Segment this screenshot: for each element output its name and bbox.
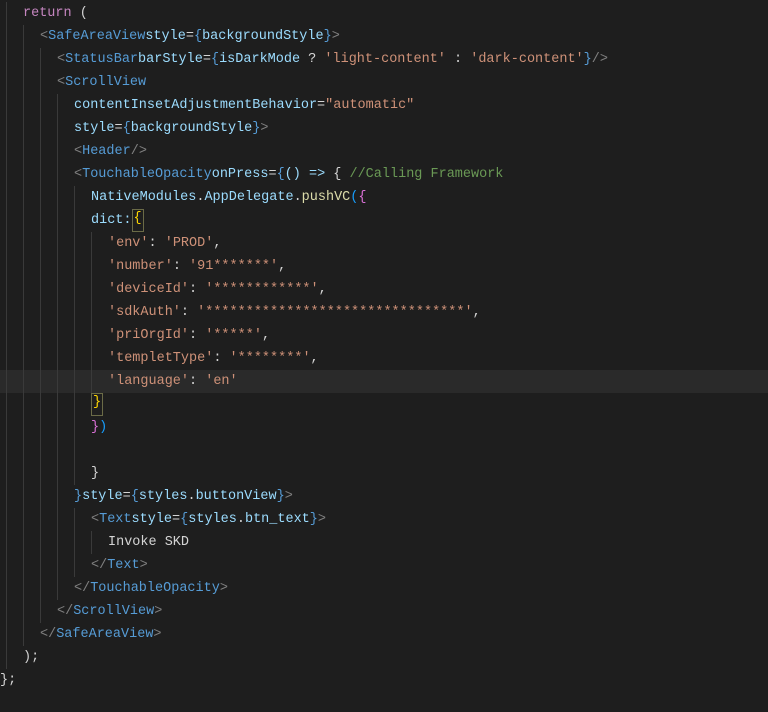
code-line: );: [0, 646, 768, 669]
code-line: }: [0, 393, 768, 416]
code-editor[interactable]: return ( <SafeAreaView style={background…: [0, 2, 768, 692]
code-line-highlighted: 'language': 'en': [0, 370, 768, 393]
code-line: contentInsetAdjustmentBehavior="automati…: [0, 94, 768, 117]
code-line: </SafeAreaView>: [0, 623, 768, 646]
jsx-tag: SafeAreaView: [48, 25, 145, 48]
code-line: <Text style={styles.btn_text}>: [0, 508, 768, 531]
code-line: }: [0, 462, 768, 485]
code-line: </TouchableOpacity>: [0, 577, 768, 600]
code-line: <SafeAreaView style={backgroundStyle}>: [0, 25, 768, 48]
code-line: 'env': 'PROD',: [0, 232, 768, 255]
code-line: <StatusBar barStyle={isDarkMode ? 'light…: [0, 48, 768, 71]
code-line: <ScrollView: [0, 71, 768, 94]
bracket-match-icon: {: [132, 209, 144, 232]
code-line: NativeModules.AppDelegate.pushVC({: [0, 186, 768, 209]
code-line: 'number': '91*******',: [0, 255, 768, 278]
code-line: Invoke SKD: [0, 531, 768, 554]
jsx-text: Invoke SKD: [108, 531, 189, 554]
code-line: <Header />: [0, 140, 768, 163]
code-line: </Text>: [0, 554, 768, 577]
code-line: </ScrollView>: [0, 600, 768, 623]
bracket-match-icon: }: [91, 393, 103, 416]
function-call: pushVC: [302, 186, 351, 209]
jsx-tag: Header: [82, 140, 131, 163]
code-line: } style={styles.buttonView}>: [0, 485, 768, 508]
code-line: 'deviceId': '************',: [0, 278, 768, 301]
jsx-tag: Text: [99, 508, 131, 531]
code-line: 'priOrgId': '*****',: [0, 324, 768, 347]
jsx-tag: ScrollView: [65, 71, 146, 94]
comment: //Calling Framework: [349, 163, 503, 186]
code-line: 'templetType': '********',: [0, 347, 768, 370]
code-line: <TouchableOpacity onPress={() => { //Cal…: [0, 163, 768, 186]
code-line: dict: {: [0, 209, 768, 232]
jsx-tag: TouchableOpacity: [82, 163, 212, 186]
keyword-return: return: [23, 2, 72, 25]
code-line: style={backgroundStyle}>: [0, 117, 768, 140]
code-line: 'sdkAuth': '****************************…: [0, 301, 768, 324]
code-line: }): [0, 416, 768, 439]
code-line: return (: [0, 2, 768, 25]
code-line: };: [0, 669, 768, 692]
jsx-tag: StatusBar: [65, 48, 138, 71]
code-line: [0, 439, 768, 462]
